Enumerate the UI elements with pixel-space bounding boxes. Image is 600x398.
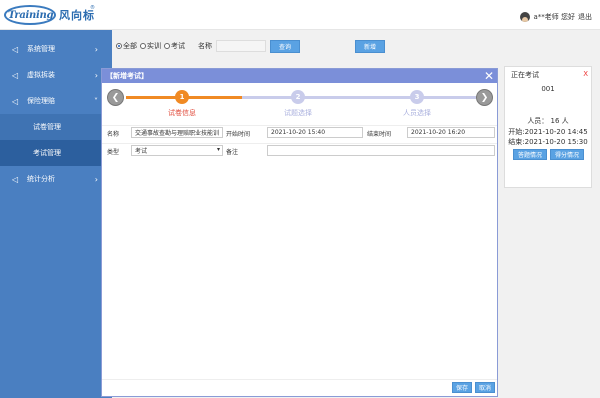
- arrow-left-icon[interactable]: ❮: [107, 89, 124, 106]
- chevron-right-icon: ›: [94, 44, 98, 54]
- start-time-label: 开始时间: [226, 131, 251, 138]
- name-filter-label: 名称: [198, 42, 212, 50]
- top-header: Training 风向标 ® a**老师 您好 退出: [0, 0, 600, 30]
- exam-code: 001: [541, 85, 555, 93]
- exam-people-count: 人员： 16 人: [527, 117, 569, 125]
- avatar-icon: [520, 12, 531, 22]
- start-time-input[interactable]: 2021-10-20 15:40: [267, 127, 363, 138]
- sidebar-item-label: 保险理赔: [27, 97, 55, 105]
- send-icon: ◁: [12, 174, 19, 184]
- remark-input[interactable]: [267, 145, 495, 156]
- sidebar-subitem-label: 试卷管理: [33, 123, 61, 131]
- sidebar-item-label: 虚拟拆装: [27, 71, 55, 79]
- sidebar-item-label: 系统管理: [27, 45, 55, 53]
- sidebar-item-insurance-claims[interactable]: ◁ 保险理赔 ˅: [0, 88, 112, 114]
- remark-label: 备注: [226, 149, 239, 156]
- close-icon[interactable]: X: [583, 70, 588, 78]
- radio-all[interactable]: [116, 43, 122, 49]
- exam-start-time: 开始:2021-10-20 14:45: [508, 128, 588, 136]
- add-exam-modal: 【新增考试】 ✕ ❮ ❯ 1 2 3 试卷信息 试题选择 人员选择 名称 交通事…: [101, 68, 498, 397]
- cancel-button[interactable]: 取消: [475, 382, 495, 393]
- sidebar-item-label: 统计分析: [27, 175, 55, 183]
- user-greeting: a**老师 您好: [533, 13, 575, 21]
- radio-exam[interactable]: [164, 43, 170, 49]
- add-button[interactable]: 新增: [355, 40, 385, 53]
- close-icon[interactable]: ✕: [484, 69, 494, 83]
- name-input[interactable]: 交通事故查勘与理赔职业技能训: [131, 127, 223, 138]
- radio-all-label: 全部: [123, 42, 137, 50]
- send-icon: ◁: [12, 44, 19, 54]
- sidebar-item-virtual-disassembly[interactable]: ◁ 虚拟拆装 ›: [0, 62, 112, 88]
- chevron-down-icon: ˅: [94, 96, 98, 106]
- logo-registered-mark: ®: [90, 5, 95, 11]
- app-logo[interactable]: Training 风向标 ®: [4, 3, 100, 27]
- type-label: 类型: [107, 149, 120, 156]
- chevron-down-icon: ▾: [216, 146, 220, 153]
- form-row-name-time: 名称 交通事故查勘与理赔职业技能训 开始时间 2021-10-20 15:40 …: [102, 125, 497, 139]
- end-time-input[interactable]: 2021-10-20 16:20: [407, 127, 495, 138]
- modal-footer-divider: [102, 379, 497, 380]
- radio-practice[interactable]: [140, 43, 146, 49]
- step-3-marker[interactable]: 3: [410, 90, 424, 104]
- answer-status-button[interactable]: 答题情况: [513, 149, 547, 160]
- radio-exam-label: 考试: [171, 42, 185, 50]
- modal-title: 【新增考试】: [106, 72, 148, 80]
- name-label: 名称: [107, 131, 120, 138]
- user-area: a**老师 您好 退出: [520, 12, 592, 22]
- type-select[interactable]: 考试 ▾: [131, 145, 223, 156]
- query-button[interactable]: 查询: [270, 40, 300, 53]
- step-1-label: 试卷信息: [168, 109, 196, 117]
- radio-practice-label: 实训: [147, 42, 161, 50]
- step-2-label: 试题选择: [284, 109, 312, 117]
- end-time-label: 结束时间: [367, 131, 392, 138]
- logo-word: Training: [8, 10, 54, 21]
- exam-card-title: 正在考试: [511, 71, 539, 79]
- step-wizard: ❮ ❯ 1 2 3 试卷信息 试题选择 人员选择: [102, 87, 497, 123]
- sidebar-item-system-management[interactable]: ◁ 系统管理 ›: [0, 36, 112, 62]
- send-icon: ◁: [12, 70, 19, 80]
- score-status-button[interactable]: 得分情况: [550, 149, 584, 160]
- sidebar-subitem-paper-management[interactable]: 试卷管理: [0, 114, 112, 140]
- step-3-label: 人员选择: [403, 109, 431, 117]
- step-2-marker[interactable]: 2: [291, 90, 305, 104]
- type-select-value: 考试: [135, 148, 148, 155]
- save-button[interactable]: 保存: [452, 382, 472, 393]
- filter-row: 全部 实训 考试 名称: [116, 40, 266, 52]
- sidebar-subitem-label: 考试管理: [33, 149, 61, 157]
- chevron-right-icon: ›: [94, 70, 98, 80]
- sidebar-subitem-exam-management[interactable]: 考试管理: [0, 140, 112, 166]
- name-filter-input[interactable]: [216, 40, 266, 52]
- step-progress-pending: [242, 96, 476, 99]
- chevron-right-icon: ›: [94, 174, 98, 184]
- sidebar: ◁ 系统管理 › ◁ 虚拟拆装 › ◁ 保险理赔 ˅ 试卷管理 考试管理 ◁ 统…: [0, 30, 112, 398]
- step-1-marker[interactable]: 1: [175, 90, 189, 104]
- exam-end-time: 结束:2021-10-20 15:30: [508, 138, 588, 146]
- form-row-type-remark: 类型 考试 ▾ 备注: [102, 143, 497, 157]
- send-icon: ◁: [12, 96, 19, 106]
- logout-link[interactable]: 退出: [578, 12, 592, 22]
- sidebar-item-statistics[interactable]: ◁ 统计分析 ›: [0, 166, 112, 192]
- arrow-right-icon[interactable]: ❯: [476, 89, 493, 106]
- exam-card: 正在考试 X 001 人员： 16 人 开始:2021-10-20 14:45 …: [504, 66, 592, 188]
- modal-title-bar: 【新增考试】 ✕: [102, 69, 497, 83]
